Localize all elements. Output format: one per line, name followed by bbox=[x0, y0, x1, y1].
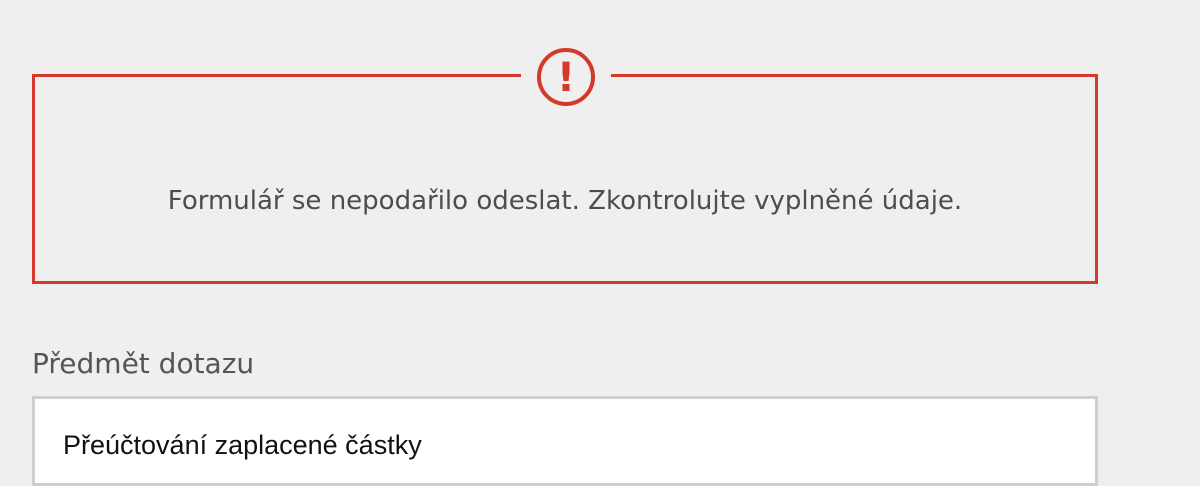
exclamation-circle-icon: ! bbox=[537, 48, 595, 106]
error-icon-container: ! bbox=[521, 47, 611, 107]
subject-field-label: Předmět dotazu bbox=[32, 347, 255, 380]
subject-field[interactable]: Přeúčtování zaplacené částky bbox=[32, 396, 1098, 486]
error-message: Formulář se nepodařilo odeslat. Zkontrol… bbox=[167, 186, 963, 216]
subject-field-value: Přeúčtování zaplacené částky bbox=[63, 430, 422, 460]
form-error-alert: ! Formulář se nepodařilo odeslat. Zkontr… bbox=[32, 47, 1098, 284]
exclamation-glyph: ! bbox=[557, 55, 575, 101]
